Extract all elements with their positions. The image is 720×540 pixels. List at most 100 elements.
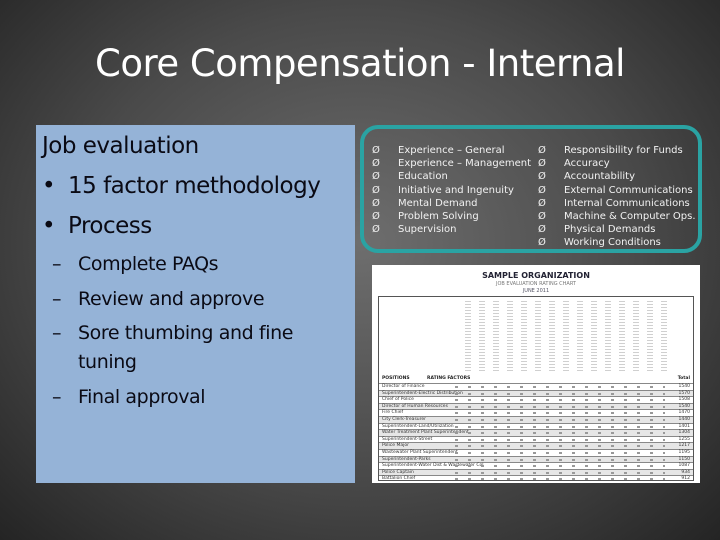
rating-cells: [455, 399, 665, 402]
factor-column-label: [563, 301, 569, 371]
factor-label: External Communications: [564, 184, 693, 196]
factor-column-label: [493, 301, 499, 371]
factor-label: Accountability: [564, 171, 636, 183]
arrow-bullet-icon: Ø: [372, 211, 380, 223]
arrow-bullet-icon: Ø: [538, 171, 546, 183]
factor-label: Supervision: [398, 224, 457, 236]
factor-column-label: [647, 301, 653, 371]
factor-item: Ø Accuracy: [538, 157, 696, 170]
factor-item: Ø Accountability: [538, 170, 696, 183]
factor-item: Ø Mental Demand: [372, 197, 531, 210]
table-row: Superintendent-Water Dist & Wastewater C…: [379, 462, 693, 469]
factor-item: Ø Experience – General: [372, 144, 531, 157]
arrow-bullet-icon: Ø: [372, 158, 380, 170]
factor-item: Ø Education: [372, 170, 531, 183]
factor-label: Education: [398, 171, 448, 183]
factor-label: Responsibility for Funds: [564, 145, 683, 156]
rating-chart-image: SAMPLE ORGANIZATION JOB EVALUATION RATIN…: [372, 265, 700, 483]
rating-cells: [455, 405, 665, 408]
factor-label: Machine & Computer Ops.: [564, 211, 696, 223]
factor-label: Experience – Management: [398, 158, 531, 170]
factor-column-label: [591, 301, 597, 371]
rating-cells: [455, 438, 665, 441]
rating-cells: [455, 452, 665, 454]
factor-column-label: [479, 301, 485, 371]
table-row: Wastewater Plant Superintendent 1195: [379, 449, 693, 456]
table-row: Chief of Police 1508: [379, 396, 693, 403]
sub-item: – Review and approve: [52, 285, 265, 314]
arrow-bullet-icon: Ø: [538, 211, 546, 223]
total-header: Total: [677, 376, 690, 381]
dash-icon: –: [52, 288, 62, 310]
factor-column-1: Ø Experience – General Ø Experience – Manag…: [372, 144, 531, 236]
table-row: Superintendent-Parks 1150: [379, 455, 693, 463]
table-row: Police Captain 934: [379, 468, 693, 476]
table-row: Police Major 1217: [379, 442, 693, 449]
sub-item: – Final approval: [52, 383, 206, 412]
factor-label: Internal Communications: [564, 197, 690, 209]
arrow-bullet-icon: Ø: [372, 171, 380, 183]
arrow-bullet-icon: Ø: [538, 237, 546, 249]
rating-cells: [455, 412, 665, 415]
factor-column-2: Ø Responsibility for Funds Ø Accuracy Ø Accou…: [538, 144, 696, 250]
rating-cells: [455, 419, 665, 421]
slide-title: Core Compensation - Internal: [95, 42, 625, 85]
factor-item: Ø Responsibility for Funds: [538, 144, 696, 157]
rating-cells: [455, 465, 665, 468]
rating-cells: [455, 471, 665, 474]
rating-cells: [455, 445, 665, 448]
factor-column-label: [549, 301, 555, 371]
arrow-bullet-icon: Ø: [538, 145, 546, 156]
rating-cells: [455, 458, 665, 461]
factor-item: Ø Problem Solving: [372, 210, 531, 223]
dash-icon: –: [52, 253, 62, 275]
panel-heading: Job evaluation: [42, 133, 199, 159]
chart-date: JUNE 2011: [522, 288, 550, 294]
table-row: Fire Chief 1470: [379, 409, 693, 416]
factor-label: Initiative and Ingenuity: [398, 184, 514, 196]
arrow-bullet-icon: Ø: [372, 224, 380, 236]
table-row: Director of Finance 1540: [379, 383, 693, 390]
arrow-bullet-icon: Ø: [538, 158, 546, 170]
factor-item: Ø Machine & Computer Ops.: [538, 210, 696, 223]
arrow-bullet-icon: Ø: [538, 224, 546, 236]
arrow-bullet-icon: Ø: [372, 184, 380, 196]
chart-title: SAMPLE ORGANIZATION: [482, 271, 590, 280]
factor-item: Ø Initiative and Ingenuity: [372, 184, 531, 197]
factor-item: Ø External Communications: [538, 184, 696, 197]
table-row: Battalion Chief 912: [379, 475, 693, 482]
bullet-icon: •: [42, 173, 56, 199]
chart-subtitle: JOB EVALUATION RATING CHART: [495, 281, 576, 287]
factor-item: Ø Working Conditions: [538, 236, 696, 249]
factor-list-box: Ø Experience – General Ø Experience – Manag…: [360, 125, 702, 253]
bullet-item: • Process: [42, 213, 152, 239]
arrow-bullet-icon: Ø: [372, 197, 380, 209]
factor-column-label: [619, 301, 625, 371]
factor-column-label: [577, 301, 583, 371]
arrow-bullet-icon: Ø: [538, 197, 546, 209]
total-value: 912: [681, 476, 690, 482]
factor-label: Mental Demand: [398, 197, 478, 209]
bullet-item: • 15 factor methodology: [42, 173, 321, 199]
factor-item: Ø Physical Demands: [538, 223, 696, 236]
factor-item: Ø Internal Communications: [538, 197, 696, 210]
table-row: City Clerk-Treasurer 1440: [379, 416, 693, 423]
table-row: Superintendent-Land/Utilization 1401: [379, 422, 693, 430]
job-evaluation-panel: Job evaluation • 15 factor methodology • P…: [36, 125, 355, 483]
factor-label: Accuracy: [564, 158, 610, 170]
sub-item: – Complete PAQs: [52, 250, 219, 279]
table-row: Water Treatment Plant Superintendent 1304: [379, 429, 693, 436]
factor-column-label: [605, 301, 611, 371]
factor-label: Problem Solving: [398, 211, 479, 223]
factor-column-label: [465, 301, 471, 371]
table-row: Director of Human Resources 1540: [379, 402, 693, 410]
factor-column-label: [507, 301, 513, 371]
rating-cells: [455, 386, 665, 388]
factor-column-label: [661, 301, 667, 371]
factor-item: Ø Experience – Management: [372, 157, 531, 170]
dash-icon: –: [52, 386, 62, 408]
table-row: Superintendent-Electric Distribution 1570: [379, 389, 693, 397]
factor-label: Experience – General: [398, 145, 505, 156]
positions-header: POSITIONS: [382, 376, 410, 381]
arrow-bullet-icon: Ø: [372, 145, 380, 156]
